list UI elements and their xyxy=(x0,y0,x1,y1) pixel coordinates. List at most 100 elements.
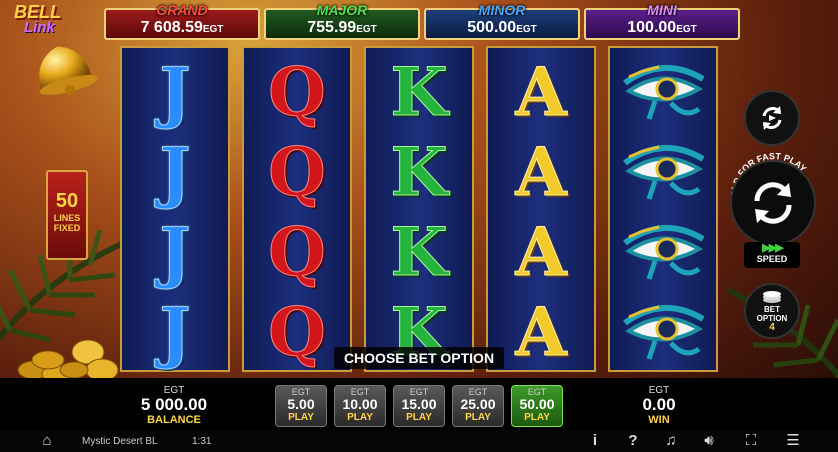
gold-coins-icon xyxy=(17,339,119,384)
balance-value: 5 000.00 xyxy=(140,395,208,414)
symbol-a: A xyxy=(515,213,567,292)
music-icon[interactable]: ♫ xyxy=(662,433,680,449)
eye-of-horus-icon xyxy=(623,305,705,360)
symbol-a: A xyxy=(515,133,567,212)
bet-button-5[interactable]: EGT 5.00 PLAY xyxy=(275,385,327,427)
jackpot-minor: MINOR 500.00EGT xyxy=(424,2,580,40)
eye-of-horus-icon xyxy=(623,65,705,120)
jackpot-major-value: 755.99 xyxy=(307,19,357,36)
bet-play-label: PLAY xyxy=(406,412,432,423)
jackpot-grand-value: 7 608.59 xyxy=(140,19,203,36)
jackpot-major-currency: EGT xyxy=(356,24,377,35)
logo-text-link: Link xyxy=(24,19,55,36)
eye-of-horus-icon xyxy=(623,145,705,200)
symbol-j: J xyxy=(159,133,191,212)
symbol-eye-of-horus xyxy=(610,292,716,372)
symbol-j: J xyxy=(159,213,191,292)
info-icon[interactable]: i xyxy=(586,433,604,449)
speed-button[interactable]: ▶▶▶ SPEED xyxy=(744,242,800,268)
spin-button[interactable] xyxy=(730,160,816,246)
win-value: 0.00 xyxy=(642,395,676,414)
fixed-label: FIXED xyxy=(53,223,81,233)
jackpot-grand-currency: EGT xyxy=(202,24,224,35)
autoplay-button[interactable] xyxy=(744,90,800,146)
bet-play-label: PLAY xyxy=(465,412,491,423)
reel-5 xyxy=(608,46,718,372)
reel-3: KKKK xyxy=(364,46,474,372)
speed-label: SPEED xyxy=(756,254,788,264)
jackpot-grand: GRAND 7 608.59EGT xyxy=(104,2,260,40)
game-logo: BELL Link xyxy=(14,2,84,36)
eye-of-horus-icon xyxy=(623,225,705,280)
symbol-k: K xyxy=(390,53,448,132)
balance-label: BALANCE xyxy=(147,414,201,426)
bet-play-label: PLAY xyxy=(288,412,314,423)
reel-2: QQQQ xyxy=(242,46,352,372)
golden-bell-icon xyxy=(39,46,98,95)
jackpot-minor-value: 500.00 xyxy=(467,19,517,36)
reels-area[interactable]: JJJJQQQQKKKKAAAA xyxy=(120,46,720,372)
home-icon[interactable]: ⌂ xyxy=(38,433,56,449)
balance-display: EGT 5 000.00 BALANCE xyxy=(124,385,224,426)
symbol-q: Q xyxy=(268,53,327,132)
bet-value: 50.00 xyxy=(519,396,555,412)
jackpot-mini-amount: 100.00EGT xyxy=(586,19,738,37)
bottom-bar: EGT 5 000.00 BALANCE EGT 5.00 PLAY EGT 1… xyxy=(0,378,838,430)
bet-button-50[interactable]: EGT 50.00 PLAY xyxy=(511,385,563,427)
reel-1: JJJJ xyxy=(120,46,230,372)
jackpot-minor-amount: 500.00EGT xyxy=(426,19,578,37)
bet-option-label-line1: BET xyxy=(764,304,780,314)
bet-button-15[interactable]: EGT 15.00 PLAY xyxy=(393,385,445,427)
jackpot-grand-label: GRAND xyxy=(156,2,208,18)
bet-value: 25.00 xyxy=(460,396,496,412)
chips-stack-icon xyxy=(763,290,781,303)
win-label: WIN xyxy=(648,414,670,426)
symbol-k: K xyxy=(390,213,448,292)
symbol-j: J xyxy=(159,293,191,372)
win-display: EGT 0.00 WIN xyxy=(612,385,706,426)
symbol-j: J xyxy=(159,53,191,132)
symbol-a: A xyxy=(515,53,567,132)
help-icon[interactable]: ? xyxy=(624,433,642,449)
jackpot-grand-amount: 7 608.59EGT xyxy=(106,19,258,37)
jackpot-mini-value: 100.00 xyxy=(627,19,677,36)
symbol-q: Q xyxy=(268,133,327,212)
symbol-q: Q xyxy=(268,213,327,292)
symbol-k: K xyxy=(390,133,448,212)
symbol-eye-of-horus xyxy=(610,132,716,212)
jackpot-mini-currency: EGT xyxy=(676,24,697,35)
reel-4: AAAA xyxy=(486,46,596,372)
jackpot-major-label: MAJOR xyxy=(316,2,368,18)
bet-value: 10.00 xyxy=(342,396,378,412)
game-name: Mystic Desert BL xyxy=(82,436,158,447)
autoplay-icon xyxy=(762,106,782,130)
footer-bar: ⌂ Mystic Desert BL 1:31 i ? ♫ 🔊︎ ⛶ ☰ xyxy=(0,430,838,452)
jackpot-mini: MINI 100.00EGT xyxy=(584,2,740,40)
lines-count: 50 xyxy=(55,190,79,212)
clock: 1:31 xyxy=(192,436,212,447)
lines-label: LINES xyxy=(53,213,81,223)
lines-fixed-badge: 50 LINES FIXED xyxy=(46,170,88,260)
bet-value: 5.00 xyxy=(287,396,315,412)
bet-play-label: PLAY xyxy=(347,412,373,423)
fullscreen-icon[interactable]: ⛶ xyxy=(742,433,760,449)
jackpot-minor-currency: EGT xyxy=(516,24,537,35)
fast-forward-icon: ▶▶▶ xyxy=(762,242,783,254)
symbol-eye-of-horus xyxy=(610,52,716,132)
volume-icon[interactable]: 🔊︎ xyxy=(700,433,718,449)
bet-value: 15.00 xyxy=(401,396,437,412)
bet-button-25[interactable]: EGT 25.00 PLAY xyxy=(452,385,504,427)
spin-arrows-icon xyxy=(754,182,792,224)
jackpot-major: MAJOR 755.99EGT xyxy=(264,2,420,40)
jackpot-minor-label: MINOR xyxy=(478,2,526,18)
bet-button-10[interactable]: EGT 10.00 PLAY xyxy=(334,385,386,427)
choose-bet-option-message: CHOOSE BET OPTION xyxy=(334,347,504,369)
menu-icon[interactable]: ☰ xyxy=(784,433,802,449)
bet-option-button[interactable]: BET OPTION 4 xyxy=(744,283,800,339)
symbol-eye-of-horus xyxy=(610,212,716,292)
bet-play-label: PLAY xyxy=(524,412,550,423)
game-background: BELL Link GRAND 7 608.59EGT MAJOR 755.99… xyxy=(0,0,838,452)
jackpot-major-amount: 755.99EGT xyxy=(266,19,418,37)
jackpot-mini-label: MINI xyxy=(647,2,677,18)
bet-option-value: 4 xyxy=(769,321,775,333)
